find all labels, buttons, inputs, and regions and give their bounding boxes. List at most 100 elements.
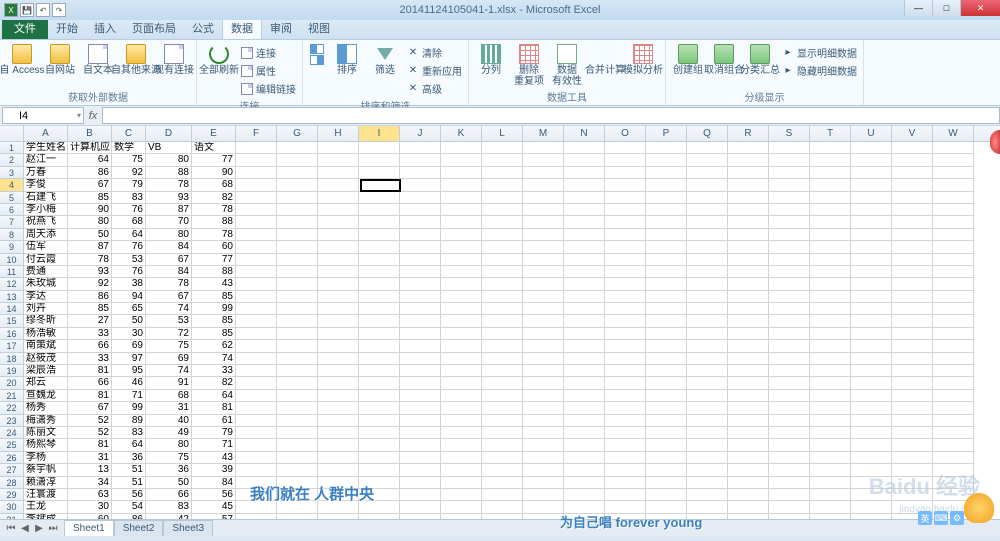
cell-S31[interactable] [769, 514, 810, 519]
cell-H18[interactable] [318, 353, 359, 365]
cell-J11[interactable] [400, 266, 441, 278]
cell-N5[interactable] [564, 192, 605, 204]
cell-W20[interactable] [933, 377, 974, 389]
minimize-button[interactable]: — [904, 0, 932, 16]
cell-E9[interactable]: 60 [192, 241, 236, 253]
col-header-C[interactable]: C [112, 126, 146, 141]
cell-H5[interactable] [318, 192, 359, 204]
cell-I6[interactable] [359, 204, 400, 216]
cell-F21[interactable] [236, 390, 277, 402]
tab-file[interactable]: 文件 [2, 17, 48, 39]
cell-Q3[interactable] [687, 167, 728, 179]
cell-U17[interactable] [851, 340, 892, 352]
cell-Q4[interactable] [687, 179, 728, 191]
cell-K6[interactable] [441, 204, 482, 216]
cell-I31[interactable] [359, 514, 400, 519]
cell-L23[interactable] [482, 415, 523, 427]
cell-K12[interactable] [441, 278, 482, 290]
cell-T20[interactable] [810, 377, 851, 389]
cell-C22[interactable]: 99 [112, 402, 146, 414]
cell-G12[interactable] [277, 278, 318, 290]
cell-A12[interactable]: 朱玫城 [24, 278, 68, 290]
cell-M3[interactable] [523, 167, 564, 179]
cell-M2[interactable] [523, 154, 564, 166]
cell-L7[interactable] [482, 216, 523, 228]
cell-C31[interactable]: 86 [112, 514, 146, 519]
cell-A4[interactable]: 李俊 [24, 179, 68, 191]
cell-B17[interactable]: 66 [68, 340, 112, 352]
cell-P28[interactable] [646, 477, 687, 489]
sheet-tab-Sheet1[interactable]: Sheet1 [64, 520, 114, 536]
outline-detail-0[interactable]: ▸显示明细数据 [780, 44, 859, 61]
cell-H13[interactable] [318, 291, 359, 303]
cell-T9[interactable] [810, 241, 851, 253]
datatool-4[interactable]: 模拟分析 [625, 42, 661, 76]
cell-D19[interactable]: 74 [146, 365, 192, 377]
cell-U30[interactable] [851, 501, 892, 513]
cell-H10[interactable] [318, 254, 359, 266]
cell-P3[interactable] [646, 167, 687, 179]
cell-N6[interactable] [564, 204, 605, 216]
cell-C15[interactable]: 50 [112, 315, 146, 327]
cell-J1[interactable] [400, 142, 441, 154]
cell-C17[interactable]: 69 [112, 340, 146, 352]
cell-I22[interactable] [359, 402, 400, 414]
cell-D24[interactable]: 49 [146, 427, 192, 439]
cell-C30[interactable]: 54 [112, 501, 146, 513]
cell-J19[interactable] [400, 365, 441, 377]
cell-S19[interactable] [769, 365, 810, 377]
cell-V17[interactable] [892, 340, 933, 352]
cell-U19[interactable] [851, 365, 892, 377]
cell-I10[interactable] [359, 254, 400, 266]
cell-G13[interactable] [277, 291, 318, 303]
cell-M16[interactable] [523, 328, 564, 340]
cell-W21[interactable] [933, 390, 974, 402]
cell-R6[interactable] [728, 204, 769, 216]
formula-input[interactable] [102, 107, 1000, 124]
cell-I26[interactable] [359, 452, 400, 464]
cell-M23[interactable] [523, 415, 564, 427]
cell-A29[interactable]: 汪寰渡 [24, 489, 68, 501]
cell-K20[interactable] [441, 377, 482, 389]
cell-L22[interactable] [482, 402, 523, 414]
cell-A11[interactable]: 费通 [24, 266, 68, 278]
row-header-31[interactable]: 31 [0, 514, 24, 519]
cell-J24[interactable] [400, 427, 441, 439]
cell-S15[interactable] [769, 315, 810, 327]
cell-G16[interactable] [277, 328, 318, 340]
cell-B26[interactable]: 31 [68, 452, 112, 464]
cell-K21[interactable] [441, 390, 482, 402]
cell-Q12[interactable] [687, 278, 728, 290]
cell-V13[interactable] [892, 291, 933, 303]
col-header-H[interactable]: H [318, 126, 359, 141]
cell-O23[interactable] [605, 415, 646, 427]
cell-P19[interactable] [646, 365, 687, 377]
cell-I25[interactable] [359, 439, 400, 451]
cell-K9[interactable] [441, 241, 482, 253]
cell-E1[interactable]: 语文 [192, 142, 236, 154]
cell-S24[interactable] [769, 427, 810, 439]
cell-E3[interactable]: 90 [192, 167, 236, 179]
cell-P4[interactable] [646, 179, 687, 191]
cell-J17[interactable] [400, 340, 441, 352]
col-header-J[interactable]: J [400, 126, 441, 141]
tab-开始[interactable]: 开始 [48, 17, 86, 39]
cell-C3[interactable]: 92 [112, 167, 146, 179]
cell-P13[interactable] [646, 291, 687, 303]
cell-P29[interactable] [646, 489, 687, 501]
cell-I17[interactable] [359, 340, 400, 352]
cell-G21[interactable] [277, 390, 318, 402]
cell-C13[interactable]: 94 [112, 291, 146, 303]
cell-E6[interactable]: 78 [192, 204, 236, 216]
cell-V6[interactable] [892, 204, 933, 216]
cell-A31[interactable]: 李斌成 [24, 514, 68, 519]
cell-H26[interactable] [318, 452, 359, 464]
cell-T12[interactable] [810, 278, 851, 290]
row-header-12[interactable]: 12 [0, 278, 24, 290]
cell-L18[interactable] [482, 353, 523, 365]
cell-O25[interactable] [605, 439, 646, 451]
cell-W14[interactable] [933, 303, 974, 315]
cell-B18[interactable]: 33 [68, 353, 112, 365]
col-header-K[interactable]: K [441, 126, 482, 141]
cell-T26[interactable] [810, 452, 851, 464]
